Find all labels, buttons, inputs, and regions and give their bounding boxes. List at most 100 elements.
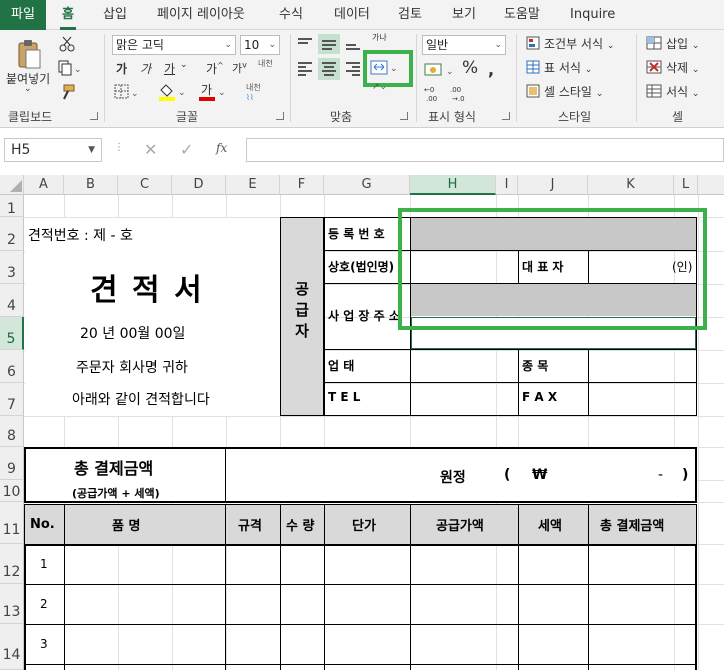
worksheet-grid[interactable]: A B C D E F G H I J K L 1 2 3 4 5 6 7 8 … bbox=[0, 175, 724, 670]
phonetic-guide-button[interactable]: 내천 ⌇⌇ bbox=[246, 82, 261, 102]
column-header-f[interactable]: F bbox=[280, 175, 324, 195]
underline-button[interactable]: 가 bbox=[164, 60, 175, 77]
bold-button[interactable]: 가 bbox=[116, 60, 127, 77]
chevron-down-icon: ⌄ bbox=[268, 40, 276, 50]
tab-insert[interactable]: 삽입 bbox=[103, 0, 127, 30]
italic-button[interactable]: 가 bbox=[140, 60, 151, 77]
grow-font-button[interactable]: 가^ bbox=[206, 60, 224, 77]
alignment-launcher-icon[interactable] bbox=[400, 112, 408, 120]
column-header-e[interactable]: E bbox=[226, 175, 280, 195]
row-header-10[interactable]: 10 bbox=[0, 480, 24, 502]
font-color-icon[interactable]: 가 ⌄ bbox=[198, 82, 228, 102]
select-all-button[interactable] bbox=[0, 175, 24, 195]
row-header-13[interactable]: 13 bbox=[0, 584, 24, 624]
number-format-combo[interactable]: 일반 ⌄ bbox=[422, 35, 506, 55]
row-header-14[interactable]: 14 bbox=[0, 624, 24, 670]
top-align-icon[interactable] bbox=[298, 36, 312, 46]
tab-view[interactable]: 보기 bbox=[452, 0, 476, 30]
ribbon-separator bbox=[416, 34, 417, 122]
row-header-11[interactable]: 11 bbox=[0, 502, 24, 544]
reg-number-label: 등 록 번 호 bbox=[328, 227, 385, 241]
clipboard-launcher-icon[interactable] bbox=[90, 112, 98, 120]
row-header-3[interactable]: 3 bbox=[0, 251, 24, 284]
tab-help[interactable]: 도움말 bbox=[504, 0, 540, 30]
conditional-format-icon bbox=[526, 36, 540, 52]
accounting-format-icon[interactable]: ⌄ bbox=[424, 62, 458, 78]
business-type-label: 업 태 bbox=[328, 359, 355, 373]
row-header-8[interactable]: 8 bbox=[0, 416, 24, 447]
row-header-1[interactable]: 1 bbox=[0, 195, 24, 217]
paste-dropdown-icon[interactable]: ⌄ bbox=[24, 84, 32, 94]
copy-icon[interactable]: ⌄ bbox=[58, 60, 82, 76]
estimate-number: 견적번호 : 제 - 호 bbox=[28, 228, 133, 244]
tab-data[interactable]: 데이터 bbox=[334, 0, 370, 30]
col-no-header: No. bbox=[30, 517, 55, 532]
insert-function-button[interactable]: fx bbox=[216, 141, 227, 155]
formula-input[interactable] bbox=[246, 138, 724, 162]
shrink-font-button[interactable]: 가v bbox=[232, 60, 247, 76]
svg-text:→.0: →.0 bbox=[452, 95, 465, 102]
tab-home[interactable]: 홈 bbox=[60, 0, 76, 30]
cell-styles-button[interactable]: 셀 스타일 ⌄ bbox=[544, 83, 603, 100]
conditional-format-button[interactable]: 조건부 서식 ⌄ bbox=[544, 35, 614, 52]
column-header-j[interactable]: J bbox=[518, 175, 588, 195]
alignment-group-label: 맞춤 bbox=[330, 110, 353, 124]
percent-style-button[interactable]: % bbox=[462, 58, 478, 78]
cancel-icon[interactable]: ✕ bbox=[144, 140, 157, 159]
row-header-9[interactable]: 9 bbox=[0, 447, 24, 480]
fill-color-icon[interactable]: ⌄ bbox=[158, 82, 188, 102]
column-header-b[interactable]: B bbox=[64, 175, 118, 195]
column-header-d[interactable]: D bbox=[172, 175, 226, 195]
enter-icon[interactable]: ✓ bbox=[180, 140, 193, 159]
column-header-c[interactable]: C bbox=[118, 175, 172, 195]
tab-formulas[interactable]: 수식 bbox=[279, 0, 303, 30]
tab-file[interactable]: 파일 bbox=[0, 0, 46, 30]
column-header-g[interactable]: G bbox=[324, 175, 410, 195]
increase-decimal-icon[interactable]: ←0.00 bbox=[424, 84, 446, 103]
align-right-icon[interactable] bbox=[346, 60, 360, 78]
total-title: 총 결제금액 bbox=[74, 459, 154, 478]
tab-review[interactable]: 검토 bbox=[398, 0, 422, 30]
wrap-text-button[interactable]: 가나 bbox=[372, 32, 387, 43]
row-header-6[interactable]: 6 bbox=[0, 350, 24, 383]
table-format-button[interactable]: 표 서식 ⌄ bbox=[544, 59, 592, 76]
name-box[interactable]: H5 ▼ bbox=[4, 138, 102, 162]
svg-text:.00: .00 bbox=[426, 95, 437, 102]
row-header-7[interactable]: 7 bbox=[0, 383, 24, 416]
column-header-k[interactable]: K bbox=[588, 175, 674, 195]
column-header-l[interactable]: L bbox=[674, 175, 698, 195]
delete-cells-icon bbox=[646, 60, 662, 76]
tab-page-layout[interactable]: 페이지 레이아웃 bbox=[157, 0, 245, 30]
format-painter-icon[interactable] bbox=[58, 84, 76, 100]
row-header-4[interactable]: 4 bbox=[0, 284, 24, 317]
column-header-a[interactable]: A bbox=[24, 175, 64, 195]
row-header-5[interactable]: 5 bbox=[0, 317, 24, 350]
row-header-2[interactable]: 2 bbox=[0, 217, 24, 251]
tab-inquire[interactable]: Inquire bbox=[570, 0, 615, 30]
phonetic-button[interactable]: 내천 bbox=[258, 58, 273, 69]
format-cells-icon bbox=[646, 84, 662, 100]
font-name-combo[interactable]: 맑은 고딕 ⌄ bbox=[112, 35, 236, 55]
cell-styles-label: 셀 스타일 bbox=[544, 85, 592, 99]
align-left-icon[interactable] bbox=[298, 60, 312, 78]
column-header-i[interactable]: I bbox=[496, 175, 518, 195]
name-box-value: H5 bbox=[11, 142, 31, 158]
column-header-h[interactable]: H bbox=[410, 175, 496, 195]
ribbon-tab-bar: 파일 홈 삽입 페이지 레이아웃 수식 데이터 검토 보기 도움말 Inquir… bbox=[0, 0, 724, 30]
bottom-align-icon[interactable] bbox=[346, 42, 360, 52]
decrease-decimal-icon[interactable]: .00 →.0 bbox=[450, 84, 472, 103]
paste-icon[interactable] bbox=[16, 38, 42, 70]
underline-dropdown-icon[interactable]: ⌄ bbox=[180, 60, 188, 70]
borders-icon[interactable]: ⌄ bbox=[114, 84, 139, 100]
comma-style-icon[interactable]: , bbox=[486, 60, 506, 79]
font-size-combo[interactable]: 10 ⌄ bbox=[240, 35, 280, 55]
insert-cells-button[interactable]: 삽입 ⌄ bbox=[666, 35, 699, 52]
item-row-number: 1 bbox=[40, 557, 48, 571]
cut-icon[interactable] bbox=[58, 36, 76, 52]
orientation-dropdown-icon[interactable]: ↗⌄ bbox=[372, 82, 387, 92]
number-launcher-icon[interactable] bbox=[502, 112, 510, 120]
row-header-12[interactable]: 12 bbox=[0, 544, 24, 584]
delete-cells-button[interactable]: 삭제 ⌄ bbox=[666, 59, 699, 76]
font-launcher-icon[interactable] bbox=[276, 112, 284, 120]
format-cells-button[interactable]: 서식 ⌄ bbox=[666, 83, 699, 100]
